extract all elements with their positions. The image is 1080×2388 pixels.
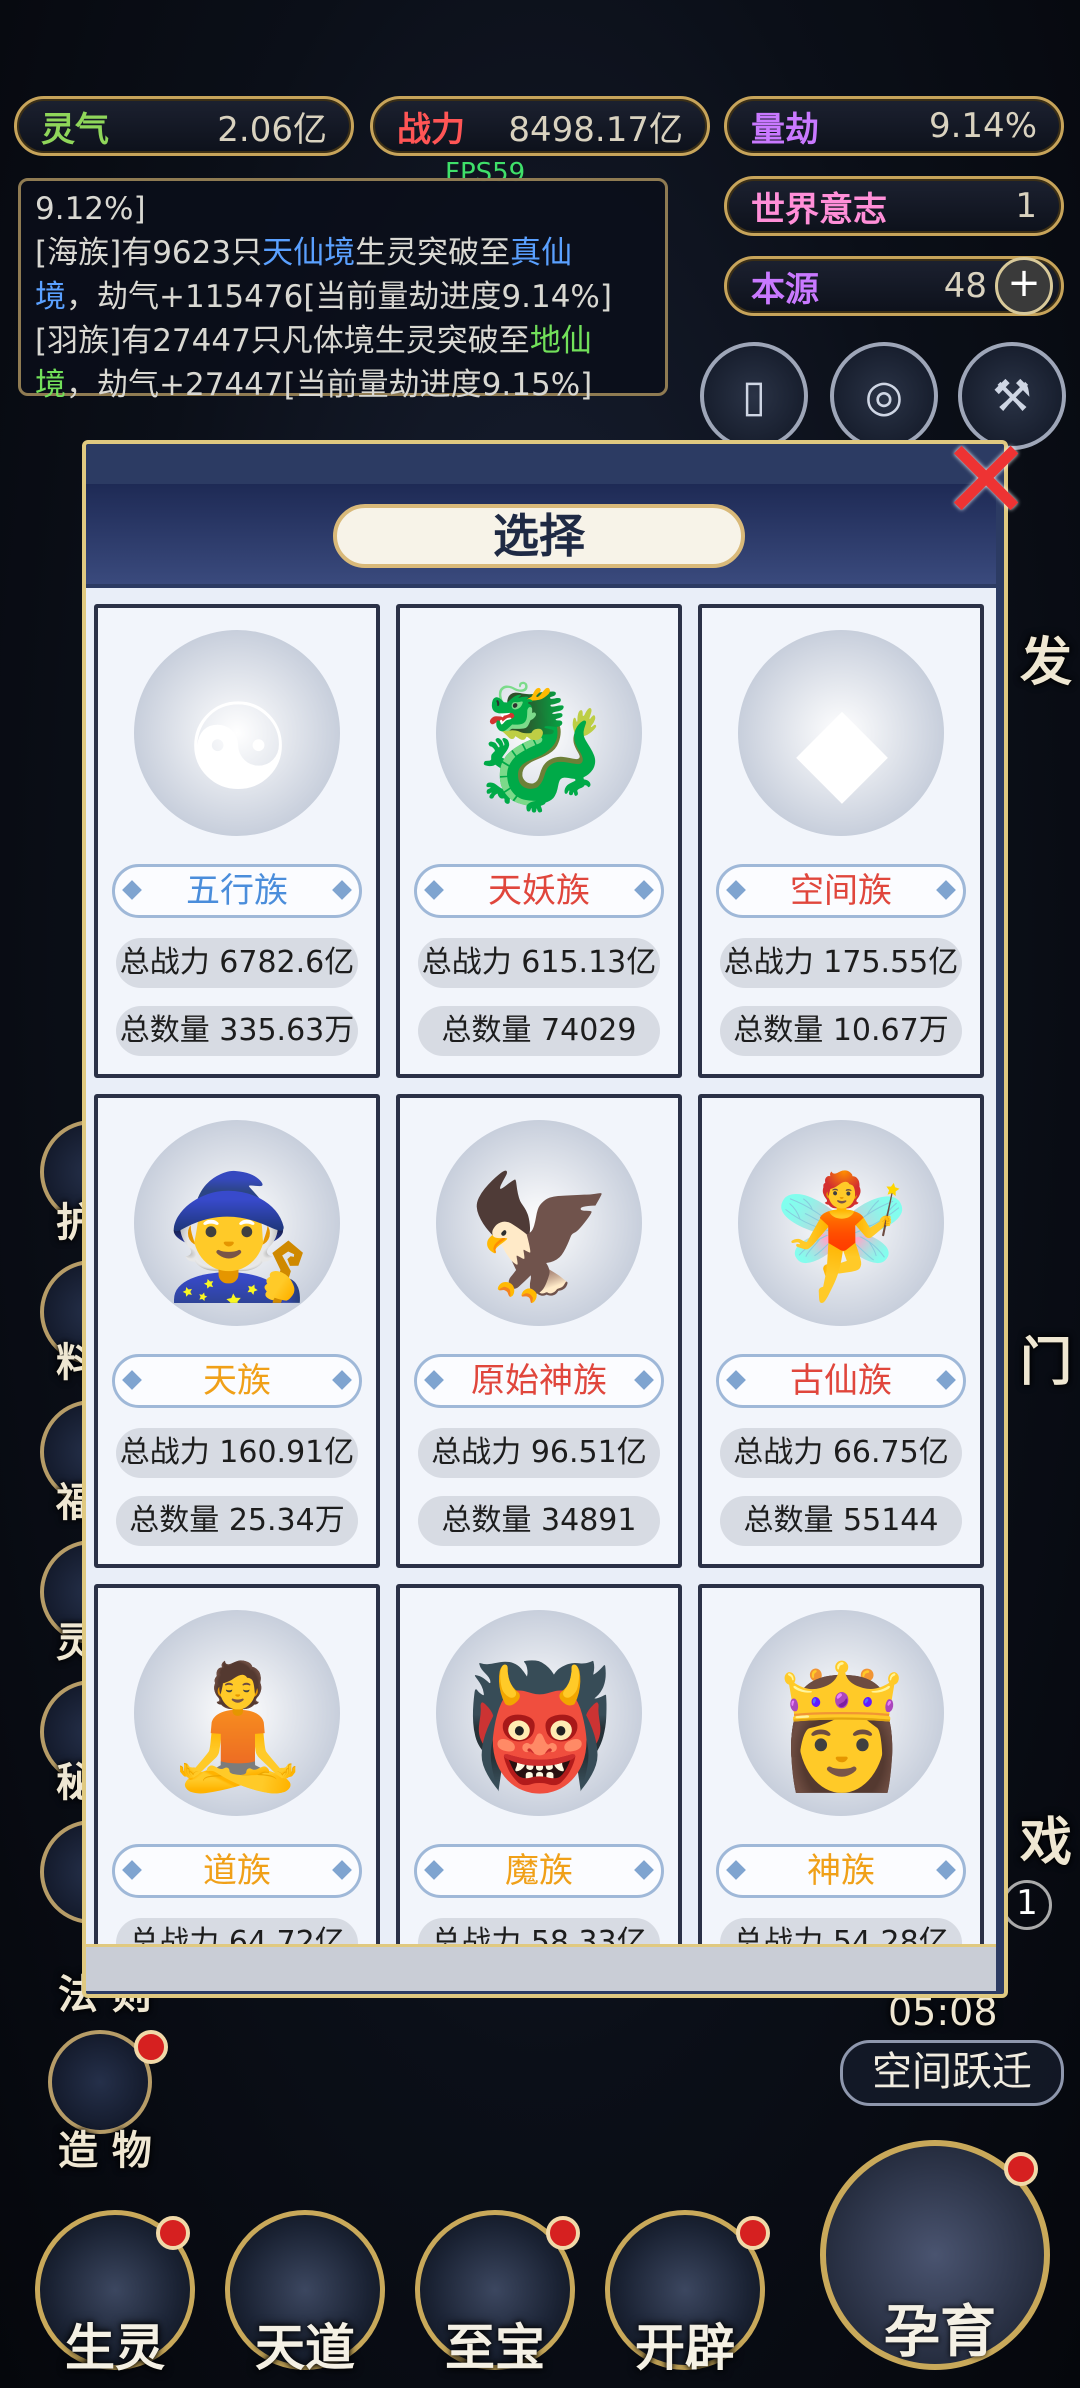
- right-badge: 1: [1002, 1880, 1052, 1930]
- race-card[interactable]: 🦅 原始神族总战力 96.51亿 总数量 34891: [396, 1094, 682, 1568]
- race-portrait-icon: 👹: [465, 1658, 615, 1797]
- nav-yunyu[interactable]: 孕育: [820, 2140, 1060, 2380]
- nav-badge-dot: [156, 2216, 190, 2250]
- race-power: 总战力 6782.6亿: [116, 938, 358, 988]
- creation-badge-dot: [134, 2030, 168, 2064]
- race-name: 五行族: [112, 864, 362, 918]
- race-portrait-icon: ☯: [184, 678, 292, 818]
- lingqi-label: 灵气: [41, 109, 109, 150]
- nav-shengling[interactable]: 生灵: [30, 2210, 200, 2380]
- card-icon[interactable]: ▯: [700, 342, 808, 450]
- liangjie-value: 9.14%: [928, 106, 1037, 146]
- race-card[interactable]: 🐉 天妖族总战力 615.13亿 总数量 74029: [396, 604, 682, 1078]
- lingqi-stat: 灵气 2.06亿: [14, 96, 354, 156]
- nav-zhibao[interactable]: 至宝: [410, 2210, 580, 2380]
- nav-kaipi[interactable]: 开辟: [600, 2210, 770, 2380]
- race-card[interactable]: 🧚 古仙族总战力 66.75亿 总数量 55144: [698, 1094, 984, 1568]
- creation-label: 造 物: [58, 2128, 152, 2174]
- race-power: 总战力 175.55亿: [720, 938, 962, 988]
- log-line: 境，劫气+115476[当前量劫进度9.14%]: [35, 279, 612, 315]
- dialog-footer: [86, 1944, 996, 1991]
- race-portrait-icon: 🧚: [767, 1168, 917, 1307]
- log-line: 境，劫气+27447[当前量劫进度9.15%]: [35, 367, 593, 403]
- shijie-stat[interactable]: 世界意志 1: [724, 176, 1064, 236]
- race-count: 总数量 25.34万: [116, 1496, 358, 1546]
- benyuan-value: 48: [943, 266, 987, 306]
- race-count: 总数量 10.67万: [720, 1006, 962, 1056]
- shijie-value: 1: [1015, 186, 1037, 226]
- right-partial-zhan: 戏: [1020, 1813, 1073, 1873]
- race-power: 总战力 66.75亿: [720, 1428, 962, 1478]
- race-count: 总数量 335.63万: [116, 1006, 358, 1056]
- race-name: 天妖族: [414, 864, 664, 918]
- race-name: 古仙族: [716, 1354, 966, 1408]
- lingqi-value: 2.06亿: [217, 109, 327, 150]
- race-count: 总数量 74029: [418, 1006, 660, 1056]
- liangjie-label: 量劫: [751, 109, 819, 150]
- race-name: 神族: [716, 1844, 966, 1898]
- log-line: 9.12%]: [35, 191, 146, 227]
- race-portrait-icon: 🐉: [465, 678, 615, 817]
- log-line: [羽族]有27447只凡体境生灵突破至地仙: [35, 323, 592, 359]
- race-name: 空间族: [716, 864, 966, 918]
- race-name: 道族: [112, 1844, 362, 1898]
- race-power: 总战力 96.51亿: [418, 1428, 660, 1478]
- race-card[interactable]: 🧘 道族总战力 64.72亿: [94, 1584, 380, 1944]
- race-count: 总数量 34891: [418, 1496, 660, 1546]
- nav-badge-dot: [736, 2216, 770, 2250]
- zhanli-label: 战力: [397, 109, 465, 150]
- race-card[interactable]: 👹 魔族总战力 58.33亿: [396, 1584, 682, 1944]
- race-portrait-icon: ◆: [795, 678, 889, 818]
- race-power: 总战力 58.33亿: [418, 1918, 660, 1944]
- zhanli-value: 8498.17亿: [508, 109, 683, 150]
- event-log: 9.12%] [海族]有9623只天仙境生灵突破至真仙 境，劫气+115476[…: [18, 178, 668, 403]
- liangjie-stat: 量劫 9.14%: [724, 96, 1064, 156]
- race-name: 魔族: [414, 1844, 664, 1898]
- zhanli-stat: 战力 8498.17亿: [370, 96, 710, 156]
- race-count: 总数量 55144: [720, 1496, 962, 1546]
- race-power: 总战力 615.13亿: [418, 938, 660, 988]
- nav-label: 至宝: [445, 2319, 545, 2377]
- close-icon[interactable]: ✕: [940, 425, 1032, 535]
- space-jump-label: 空间跃迁: [872, 2049, 1032, 2095]
- nav-label: 天道: [255, 2319, 355, 2377]
- vortex-icon[interactable]: ◎: [830, 342, 938, 450]
- nav-tiandao[interactable]: 天道: [220, 2210, 390, 2380]
- race-card[interactable]: 👸 神族总战力 54.28亿: [698, 1584, 984, 1944]
- nav-badge-dot: [1004, 2152, 1038, 2186]
- race-portrait-icon: 👸: [767, 1658, 917, 1797]
- race-power: 总战力 160.91亿: [116, 1428, 358, 1478]
- race-card[interactable]: ☯ 五行族总战力 6782.6亿 总数量 335.63万: [94, 604, 380, 1078]
- log-line: [海族]有9623只天仙境生灵突破至真仙: [35, 235, 573, 271]
- race-name: 原始神族: [414, 1354, 664, 1408]
- nav-badge-dot: [546, 2216, 580, 2250]
- space-jump-button[interactable]: 空间跃迁: [840, 2040, 1064, 2106]
- benyuan-label: 本源: [751, 269, 819, 310]
- nav-label: 生灵: [65, 2319, 165, 2377]
- right-partial-men: 门: [1020, 1333, 1073, 1393]
- add-benyuan-button[interactable]: +: [995, 257, 1053, 315]
- nav-label: 孕育: [884, 2300, 996, 2365]
- benyuan-stat[interactable]: 本源 48 +: [724, 256, 1064, 316]
- race-power: 总战力 54.28亿: [720, 1918, 962, 1944]
- race-grid: ☯ 五行族总战力 6782.6亿 总数量 335.63万 🐉 天妖族总战力 615.13…: [86, 588, 996, 1944]
- nav-label: 开辟: [635, 2319, 735, 2377]
- right-partial-fa: 发: [1020, 633, 1073, 693]
- race-name: 天族: [112, 1354, 362, 1408]
- dialog-title: 选择: [333, 504, 745, 568]
- race-power: 总战力 64.72亿: [116, 1918, 358, 1944]
- shijie-label: 世界意志: [751, 189, 887, 230]
- race-portrait-icon: 🦅: [465, 1168, 615, 1307]
- race-card[interactable]: ◆ 空间族总战力 175.55亿 总数量 10.67万: [698, 604, 984, 1078]
- race-portrait-icon: 🧘: [163, 1658, 313, 1797]
- race-card[interactable]: 🧙 天族总战力 160.91亿 总数量 25.34万: [94, 1094, 380, 1568]
- race-portrait-icon: 🧙: [163, 1168, 313, 1307]
